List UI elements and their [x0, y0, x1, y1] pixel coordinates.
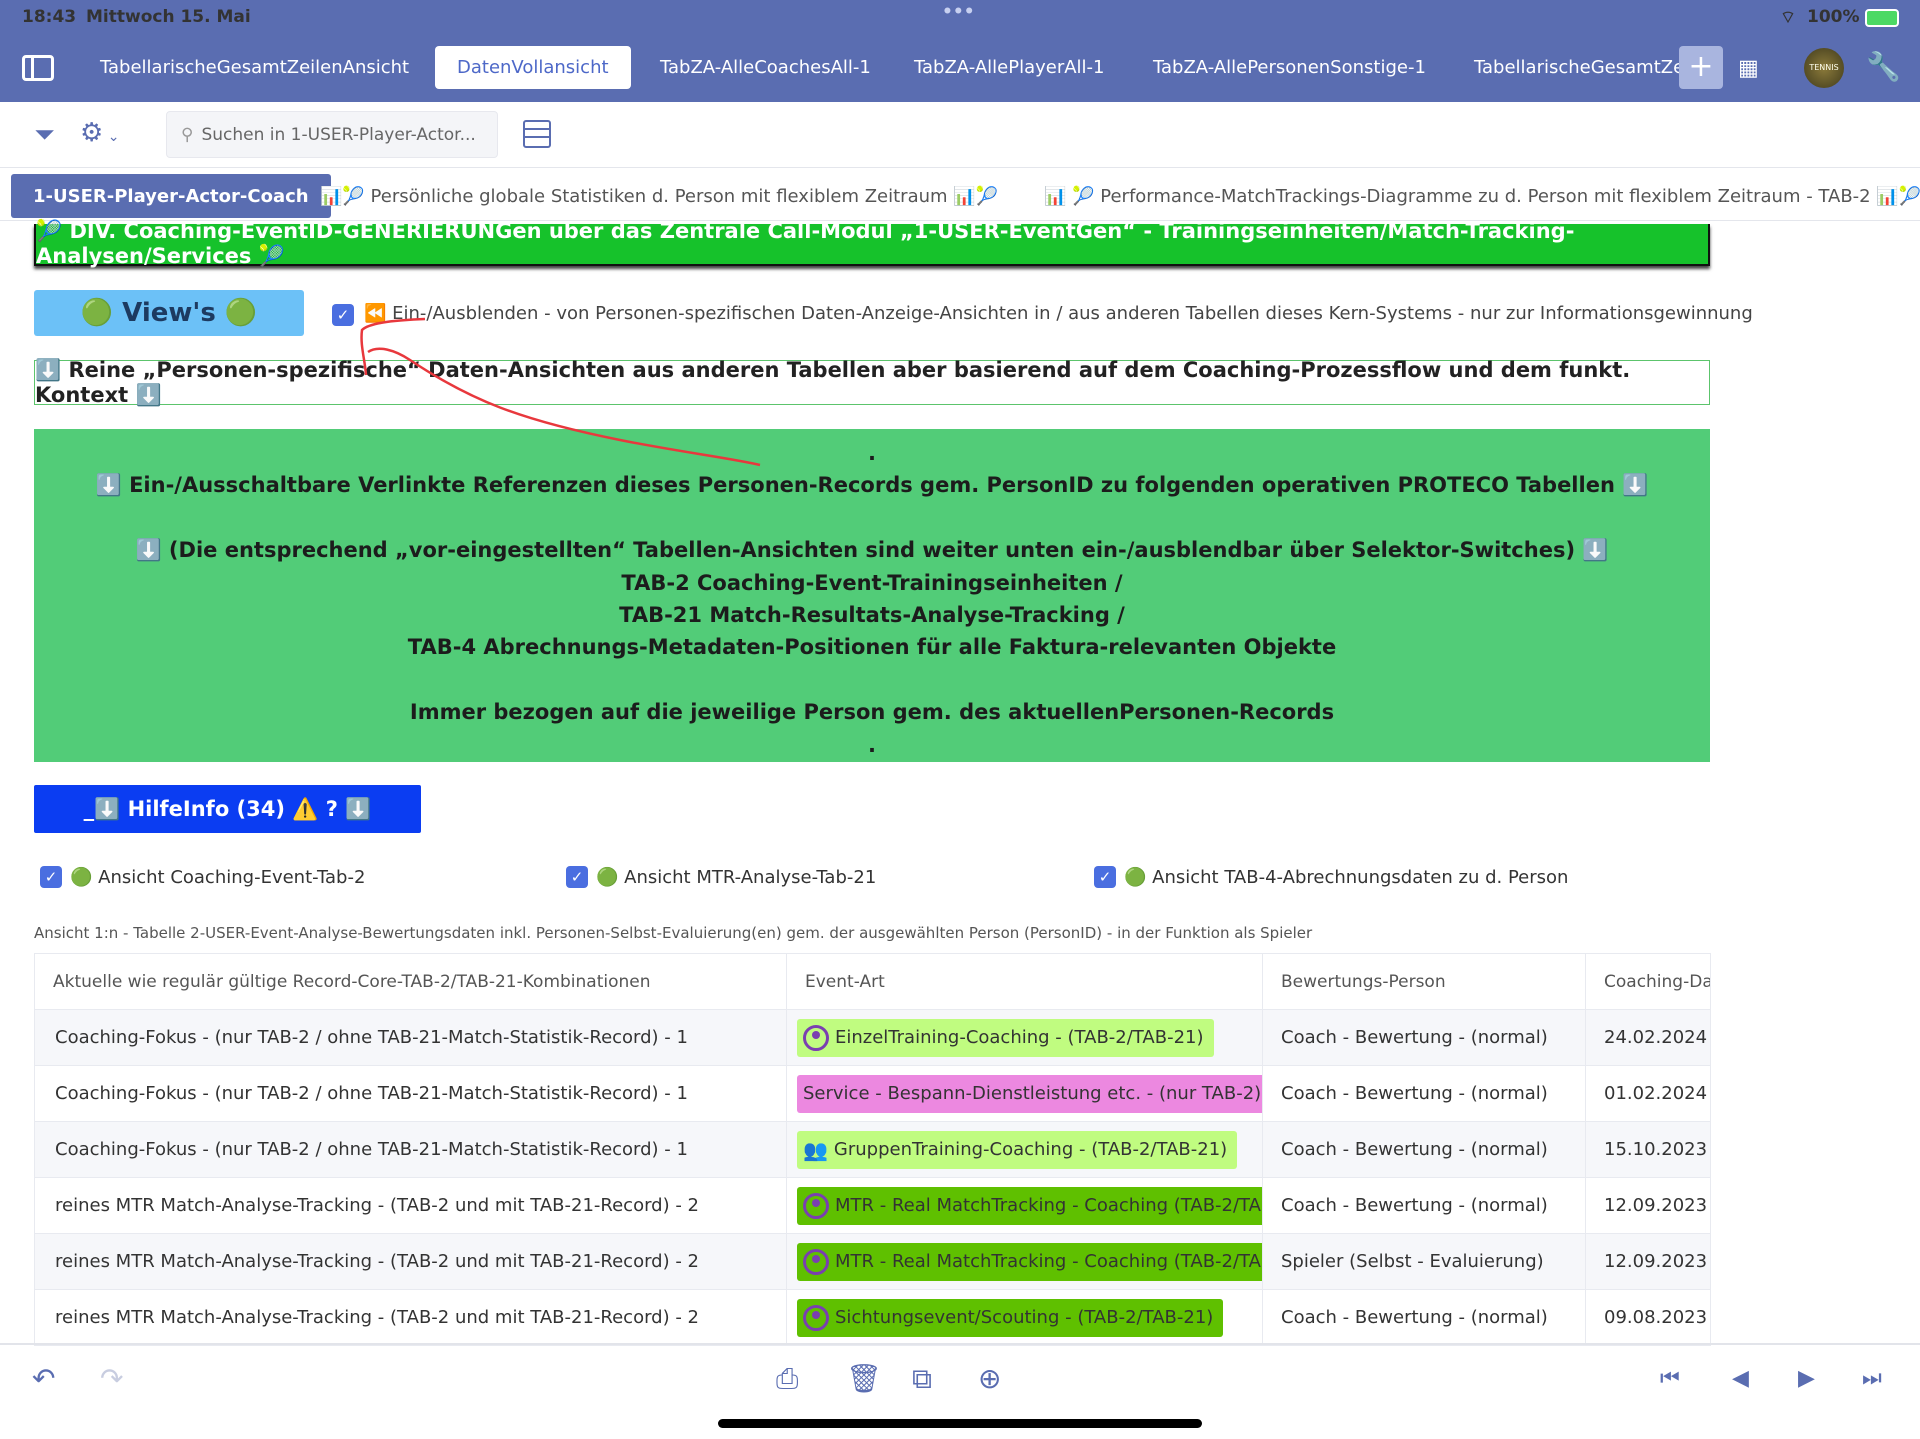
trash-icon[interactable]: 🗑 [846, 1362, 882, 1395]
column-header[interactable]: Coaching-Da [1585, 953, 1711, 1010]
table-row[interactable]: reines MTR Match-Analyse-Tracking - (TAB… [34, 1289, 1711, 1346]
print-icon[interactable]: ⎙ [776, 1362, 798, 1396]
view-option-checkbox[interactable]: ✓ [566, 866, 588, 888]
rating-person-cell: Coach - Bewertung - (normal) [1262, 1121, 1586, 1178]
combo-cell: reines MTR Match-Analyse-Tracking - (TAB… [34, 1289, 787, 1346]
table-row[interactable]: Coaching-Fokus - (nur TAB-2 / ohne TAB-2… [34, 1121, 1711, 1178]
view-option[interactable]: ✓ 🟢 Ansicht Coaching-Event-Tab-2 [40, 866, 365, 888]
date-cell: 01.02.2024 [1585, 1065, 1711, 1122]
view-option[interactable]: ✓ 🟢 Ansicht TAB-4-Abrechnungsdaten zu d. … [1094, 866, 1568, 888]
info-line: ⬇️ (Die entsprechend „vor-eingestellten“… [135, 538, 1609, 563]
combo-cell: Coaching-Fokus - (nur TAB-2 / ohne TAB-2… [34, 1121, 787, 1178]
event-table: Aktuelle wie regulär gültige Record-Core… [34, 953, 1711, 1346]
info-line: Immer bezogen auf die jeweilige Person g… [409, 700, 1335, 725]
person-circle-icon [803, 1024, 829, 1051]
event-type-badge: EinzelTraining-Coaching - (TAB-2/TAB-21) [797, 1018, 1214, 1057]
previous-record-icon[interactable]: ◀ [1732, 1366, 1749, 1391]
column-header[interactable]: Bewertungs-Person [1262, 953, 1586, 1010]
info-line: TAB-4 Abrechnungs-Metadaten-Positionen f… [407, 635, 1337, 660]
view-option[interactable]: ✓ 🟢 Ansicht MTR-Analyse-Tab-21 [566, 866, 876, 888]
info-line: TAB-21 Match-Resultats-Analyse-Tracking … [619, 603, 1125, 628]
next-record-icon[interactable]: ▶ [1798, 1366, 1815, 1391]
home-indicator[interactable] [718, 1419, 1202, 1428]
rating-person-cell: Coach - Bewertung - (normal) [1262, 1289, 1586, 1346]
person-circle-icon [803, 1192, 829, 1219]
person-circle-icon [803, 1304, 829, 1331]
red-annotation-stroke [360, 317, 761, 467]
rating-person-cell: Spieler (Selbst - Evaluierung) [1262, 1233, 1586, 1290]
date-cell: 24.02.2024 [1585, 1009, 1711, 1066]
info-line: . [868, 732, 876, 757]
info-line [34, 502, 1710, 534]
view-option-checkbox[interactable]: ✓ [1094, 866, 1116, 888]
event-type-badge: MTR - Real MatchTracking - Coaching (TAB… [797, 1186, 1262, 1225]
date-cell: 12.09.2023 [1585, 1177, 1711, 1234]
rating-person-cell: Coach - Bewertung - (normal) [1262, 1177, 1586, 1234]
hilfe-info-button[interactable]: _⬇️ HilfeInfo (34) ⚠️ ? ⬇️ [34, 785, 421, 833]
event-type-badge: 👥 GruppenTraining-Coaching - (TAB-2/TAB-2… [797, 1130, 1238, 1169]
table-row[interactable]: Coaching-Fokus - (nur TAB-2 / ohne TAB-2… [34, 1009, 1711, 1066]
event-type-badge: Service - Bespann-Dienstleistung etc. - … [797, 1074, 1262, 1113]
duplicate-icon[interactable]: ⧉ [912, 1362, 932, 1396]
table-row[interactable]: Coaching-Fokus - (nur TAB-2 / ohne TAB-2… [34, 1065, 1711, 1122]
redo-icon[interactable]: ↷ [100, 1362, 123, 1395]
first-record-icon[interactable]: ⏮ [1660, 1366, 1680, 1391]
undo-icon[interactable]: ↶ [32, 1362, 55, 1395]
last-record-icon[interactable]: ⏭ [1862, 1366, 1882, 1391]
date-cell: 09.08.2023 [1585, 1289, 1711, 1346]
combo-cell: Coaching-Fokus - (nur TAB-2 / ohne TAB-2… [34, 1065, 787, 1122]
combo-cell: Coaching-Fokus - (nur TAB-2 / ohne TAB-2… [34, 1009, 787, 1066]
table-row[interactable]: reines MTR Match-Analyse-Tracking - (TAB… [34, 1177, 1711, 1234]
info-line [34, 664, 1710, 696]
rating-person-cell: Coach - Bewertung - (normal) [1262, 1009, 1586, 1066]
group-icon: 👥 [803, 1137, 828, 1162]
table-row[interactable]: reines MTR Match-Analyse-Tracking - (TAB… [34, 1233, 1711, 1290]
combo-cell: reines MTR Match-Analyse-Tracking - (TAB… [34, 1177, 787, 1234]
info-line: TAB-2 Coaching-Event-Trainingseinheiten … [621, 570, 1123, 595]
combo-cell: reines MTR Match-Analyse-Tracking - (TAB… [34, 1233, 787, 1290]
date-cell: 12.09.2023 [1585, 1233, 1711, 1290]
date-cell: 15.10.2023 [1585, 1121, 1711, 1178]
column-header[interactable]: Event-Art [786, 953, 1263, 1010]
add-record-icon[interactable]: ⊕ [978, 1362, 1001, 1395]
event-type-badge: Sichtungsevent/Scouting - (TAB-2/TAB-21) [797, 1298, 1224, 1337]
column-header[interactable]: Aktuelle wie regulär gültige Record-Core… [34, 953, 787, 1010]
person-circle-icon [803, 1248, 829, 1275]
table-caption: Ansicht 1:n - Tabelle 2-USER-Event-Analy… [34, 924, 1313, 942]
rating-person-cell: Coach - Bewertung - (normal) [1262, 1065, 1586, 1122]
event-type-badge: MTR - Real MatchTracking - Coaching (TAB… [797, 1242, 1262, 1281]
view-option-checkbox[interactable]: ✓ [40, 866, 62, 888]
